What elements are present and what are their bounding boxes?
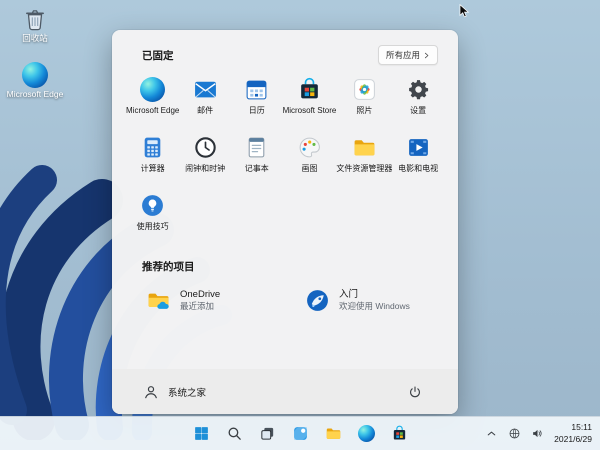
widgets-icon <box>292 425 309 442</box>
start-menu-footer: 系统之家 <box>112 369 458 414</box>
edge-button[interactable] <box>354 422 378 446</box>
pinned-apps-grid: Microsoft Edge 邮件 日历 <box>126 74 444 243</box>
tray-date: 2021/6/29 <box>554 434 592 445</box>
pinned-app-microsoft-store[interactable]: Microsoft Store <box>283 74 337 127</box>
mouse-cursor <box>456 3 472 19</box>
system-tray: 15:11 2021/6/29 <box>482 417 595 450</box>
user-name: 系统之家 <box>168 385 206 399</box>
widgets-button[interactable] <box>288 422 312 446</box>
pinned-app-microsoft-edge[interactable]: Microsoft Edge <box>126 74 179 127</box>
search-icon <box>226 425 243 442</box>
desktop-icon-label: Microsoft Edge <box>7 90 64 100</box>
pinned-app-calculator[interactable]: 计算器 <box>126 132 179 185</box>
recommended-item-subtitle: 欢迎使用 Windows <box>339 301 410 312</box>
start-icon <box>193 425 210 442</box>
start-button[interactable] <box>189 422 213 446</box>
tray-time: 15:11 <box>554 422 592 433</box>
task-view-button[interactable] <box>255 422 279 446</box>
folder-icon <box>352 135 377 160</box>
recommended-item-get-started[interactable]: 入门 欢迎使用 Windows <box>285 284 444 317</box>
calculator-icon <box>140 135 165 160</box>
settings-gear-icon <box>406 77 431 102</box>
edge-icon <box>358 425 375 442</box>
tray-overflow-button[interactable] <box>482 425 500 443</box>
tips-bulb-icon <box>140 193 165 218</box>
search-button[interactable] <box>222 422 246 446</box>
network-button[interactable] <box>505 425 523 443</box>
recycle-bin-icon <box>22 6 48 32</box>
desktop: 回收站 Microsoft Edge 已固定 所有应用 Microsoft Ed… <box>0 0 600 450</box>
pinned-app-photos[interactable]: 照片 <box>336 74 392 127</box>
task-view-icon <box>259 425 276 442</box>
clock-date-button[interactable]: 15:11 2021/6/29 <box>554 422 595 444</box>
volume-button[interactable] <box>528 425 546 443</box>
pinned-section-title: 已固定 <box>142 48 174 63</box>
desktop-icon-label: 回收站 <box>22 34 48 44</box>
taskbar: 15:11 2021/6/29 <box>0 416 600 450</box>
power-button[interactable] <box>402 379 428 405</box>
edge-icon <box>140 77 165 102</box>
notepad-icon <box>244 135 269 160</box>
photos-icon <box>352 77 377 102</box>
start-menu: 已固定 所有应用 Microsoft Edge 邮件 <box>112 30 458 414</box>
file-explorer-icon <box>325 425 342 442</box>
pinned-header-row: 已固定 所有应用 <box>126 45 444 65</box>
file-explorer-button[interactable] <box>321 422 345 446</box>
store-icon <box>391 425 408 442</box>
network-icon <box>508 427 521 440</box>
pinned-app-alarms-clock[interactable]: 闹钟和时钟 <box>179 132 231 185</box>
user-icon <box>142 383 160 401</box>
movies-tv-icon <box>406 135 431 160</box>
clock-icon <box>193 135 218 160</box>
store-button[interactable] <box>387 422 411 446</box>
recommended-item-onedrive[interactable]: OneDrive 最近添加 <box>126 284 285 317</box>
store-icon <box>297 77 322 102</box>
chevron-up-icon <box>485 427 498 440</box>
pinned-app-movies-tv[interactable]: 电影和电视 <box>392 132 444 185</box>
pinned-app-settings[interactable]: 设置 <box>392 74 444 127</box>
desktop-icon-recycle-bin[interactable]: 回收站 <box>6 6 64 44</box>
chevron-right-icon <box>423 52 430 59</box>
get-started-icon <box>305 288 330 313</box>
recommended-section-title: 推荐的项目 <box>142 259 444 274</box>
mail-icon <box>193 77 218 102</box>
volume-icon <box>531 427 544 440</box>
recommended-item-title: 入门 <box>339 289 410 301</box>
all-apps-label: 所有应用 <box>386 49 420 61</box>
calendar-icon <box>244 77 269 102</box>
pinned-app-tips[interactable]: 使用技巧 <box>126 190 179 243</box>
pinned-app-paint[interactable]: 画图 <box>283 132 337 185</box>
desktop-icon-edge[interactable]: Microsoft Edge <box>6 62 64 100</box>
recommended-item-title: OneDrive <box>180 289 220 301</box>
pinned-app-file-explorer[interactable]: 文件资源管理器 <box>336 132 392 185</box>
user-profile-button[interactable]: 系统之家 <box>142 383 206 401</box>
recommended-item-subtitle: 最近添加 <box>180 301 220 312</box>
paint-palette-icon <box>297 135 322 160</box>
all-apps-button[interactable]: 所有应用 <box>378 45 438 65</box>
power-icon <box>408 385 422 399</box>
pinned-app-mail[interactable]: 邮件 <box>179 74 231 127</box>
edge-icon <box>22 62 48 88</box>
onedrive-icon <box>146 288 171 313</box>
recommended-list: OneDrive 最近添加 入门 欢迎使用 Windows <box>126 284 444 317</box>
pinned-app-calendar[interactable]: 日历 <box>231 74 283 127</box>
pinned-app-notepad[interactable]: 记事本 <box>231 132 283 185</box>
